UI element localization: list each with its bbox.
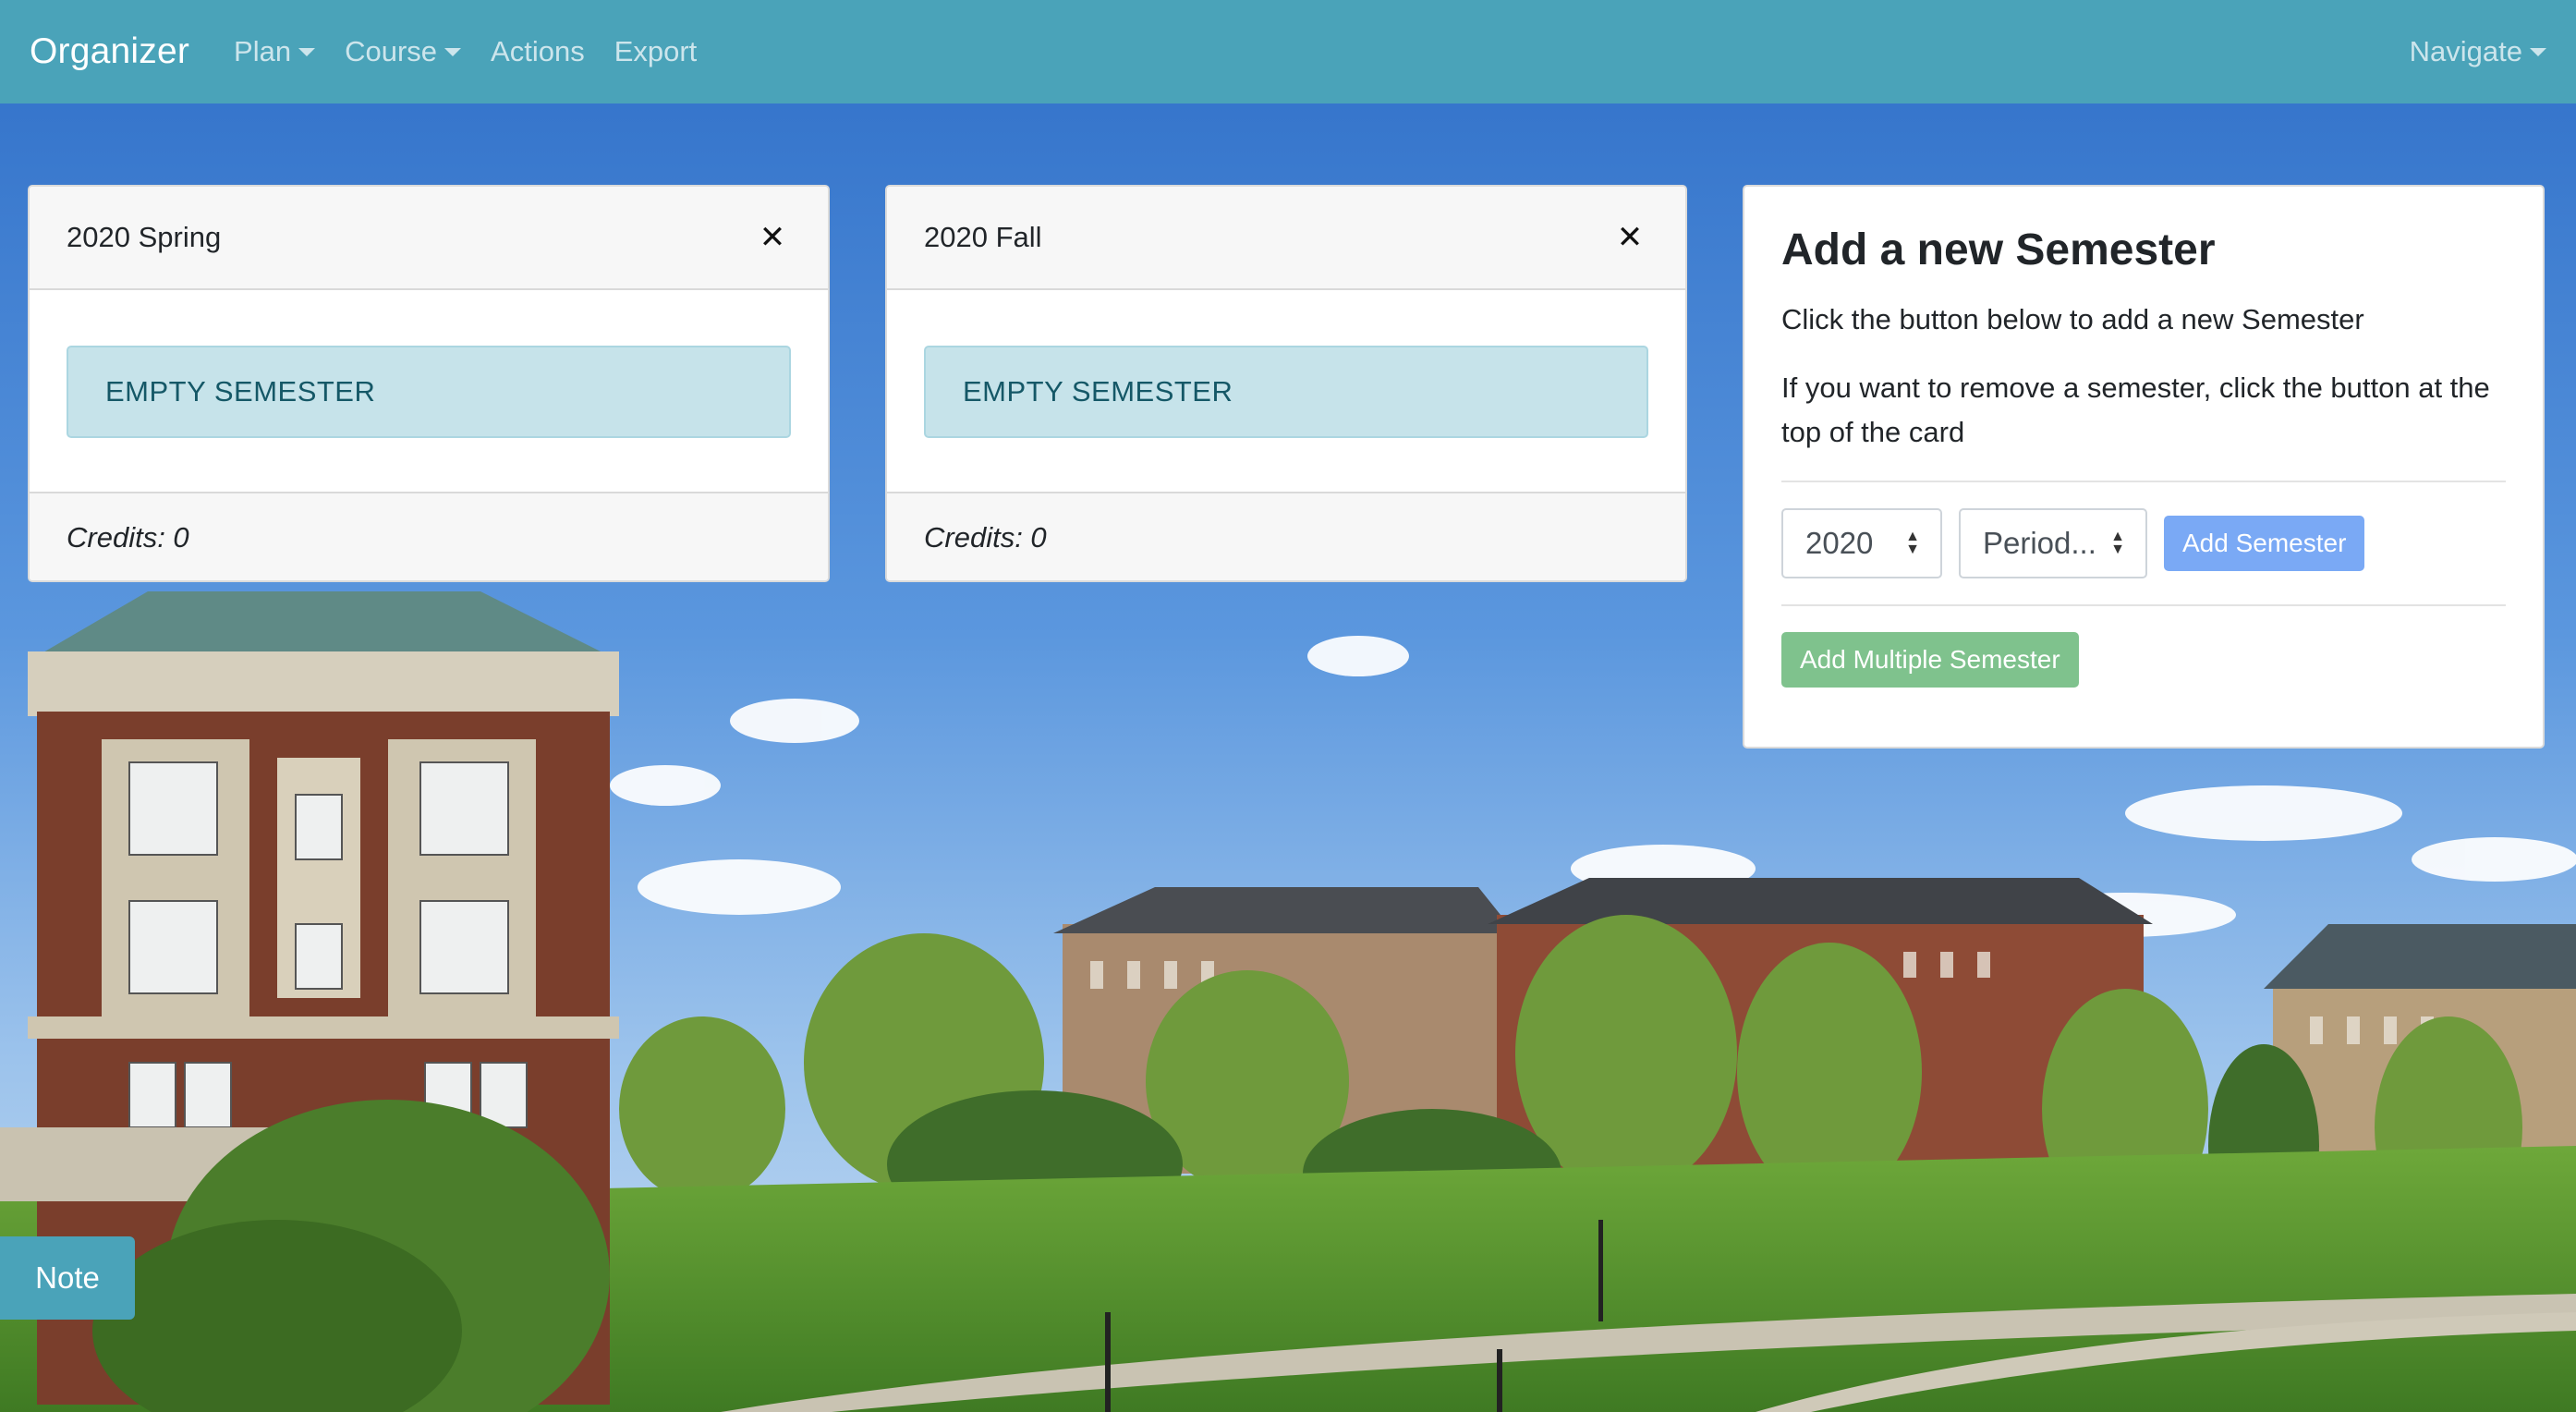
add-semester-panel: Add a new Semester Click the button belo… [1743, 185, 2545, 749]
semester-credits: Credits: 0 [30, 492, 828, 580]
top-navbar: Organizer Plan Course Actions Export Nav… [0, 0, 2576, 103]
caret-down-icon [444, 47, 462, 56]
select-updown-icon: ▲ ▼ [1905, 528, 1920, 557]
empty-semester-alert: EMPTY SEMESTER [67, 346, 791, 438]
nav-export-link[interactable]: Export [614, 35, 698, 68]
add-semester-button[interactable]: Add Semester [2164, 515, 2365, 571]
semester-credits: Credits: 0 [887, 492, 1685, 580]
semester-title: 2020 Spring [67, 221, 222, 253]
semester-card-body: EMPTY SEMESTER [30, 290, 828, 492]
close-icon[interactable]: ✕ [1611, 219, 1648, 256]
semester-title: 2020 Fall [924, 221, 1042, 253]
nav-actions-link[interactable]: Actions [491, 35, 585, 68]
period-select-value: Period... [1983, 525, 2096, 560]
divider [1781, 480, 2506, 482]
caret-down-icon [298, 47, 316, 56]
close-icon[interactable]: ✕ [754, 219, 791, 256]
caret-down-icon [2530, 47, 2546, 56]
remove-semester-instructions: If you want to remove a semester, click … [1781, 371, 2490, 448]
semester-card-2020-fall: 2020 Fall ✕ EMPTY SEMESTER Credits: 0 [885, 185, 1687, 582]
period-select[interactable]: Period... ▲ ▼ [1959, 507, 2147, 578]
empty-semester-alert: EMPTY SEMESTER [924, 346, 1648, 438]
select-updown-icon: ▲ ▼ [2110, 528, 2125, 557]
brand-logo[interactable]: Organizer [30, 31, 189, 72]
nav-navigate-label: Navigate [2409, 35, 2522, 67]
nav-plan-label: Plan [234, 35, 292, 67]
nav-plan-dropdown[interactable]: Plan [234, 35, 316, 68]
nav-course-label: Course [345, 35, 438, 67]
add-semester-title: Add a new Semester [1781, 225, 2216, 274]
nav-navigate-dropdown[interactable]: Navigate [2410, 35, 2546, 68]
semester-card-header: 2020 Spring ✕ [30, 187, 828, 290]
nav-course-dropdown[interactable]: Course [345, 35, 462, 68]
year-select-value: 2020 [1805, 525, 1874, 560]
semester-card-header: 2020 Fall ✕ [887, 187, 1685, 290]
semester-card-2020-spring: 2020 Spring ✕ EMPTY SEMESTER Credits: 0 [28, 185, 830, 582]
year-select[interactable]: 2020 ▲ ▼ [1781, 507, 1942, 578]
semester-card-body: EMPTY SEMESTER [887, 290, 1685, 492]
add-semester-controls: 2020 ▲ ▼ Period... ▲ ▼ Add Semester [1781, 507, 2506, 578]
add-multiple-semester-button[interactable]: Add Multiple Semester [1781, 631, 2079, 688]
note-button[interactable]: Note [0, 1236, 135, 1320]
add-semester-instructions: Click the button below to add a new Seme… [1781, 302, 2364, 335]
divider [1781, 603, 2506, 606]
